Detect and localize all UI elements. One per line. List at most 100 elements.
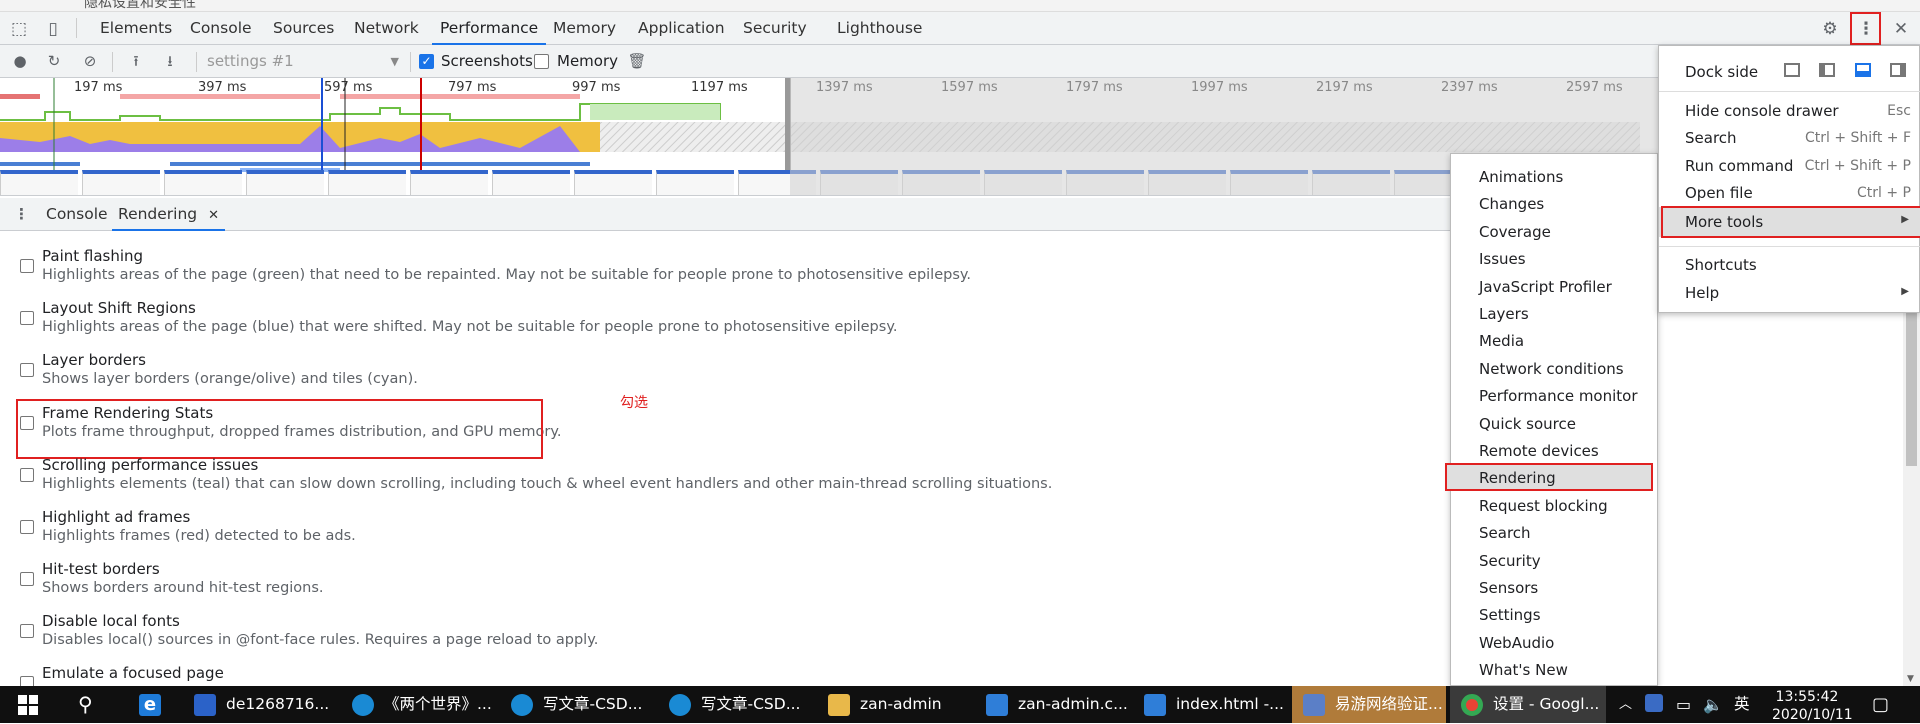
record-icon[interactable]: ● [10, 51, 30, 71]
option-checkbox[interactable] [20, 676, 34, 686]
tab-lighthouse[interactable]: Lighthouse [837, 12, 922, 45]
taskbar-item[interactable]: 写文章-CSD... [701, 686, 800, 723]
memory-label: Memory [557, 52, 619, 70]
taskbar-item[interactable]: zan-admin.c... [1018, 686, 1128, 723]
screenshots-label: Screenshots [441, 52, 533, 70]
memory-checkbox[interactable] [534, 54, 549, 69]
screenshot-thumbnail [574, 170, 652, 195]
option-checkbox[interactable] [20, 363, 34, 377]
clock[interactable]: 13:55:42 2020/10/11 [1772, 688, 1853, 724]
clear-icon[interactable]: ⊘ [80, 51, 100, 71]
settings-gear-icon[interactable]: ⚙ [1819, 18, 1841, 40]
more-tools-item[interactable]: Changes [1479, 195, 1544, 213]
device-toolbar-icon[interactable]: ▯ [42, 18, 64, 40]
upload-profile-icon[interactable]: ⭱ [126, 51, 146, 71]
more-tools-item[interactable]: Security [1479, 552, 1541, 570]
menu-item-hide-drawer[interactable]: Hide console drawer Esc [1659, 100, 1920, 124]
menu-item-label: Help [1685, 284, 1720, 302]
taskbar-item[interactable]: 《两个世界》... [384, 686, 492, 723]
menu-item-shortcuts[interactable]: Shortcuts [1659, 254, 1920, 278]
ime-indicator[interactable]: 英 [1734, 686, 1750, 723]
drawer-menu-icon[interactable]: ⋮ [14, 198, 29, 231]
more-tools-item[interactable]: Animations [1479, 168, 1563, 186]
tick-label: 1597 ms [941, 80, 998, 95]
dock-left-icon[interactable] [1819, 63, 1835, 77]
more-tools-item[interactable]: Layers [1479, 305, 1529, 323]
more-tools-item[interactable]: Media [1479, 332, 1524, 350]
option-checkbox[interactable] [20, 259, 34, 273]
taskbar-item[interactable]: 写文章-CSD... [543, 686, 642, 723]
close-devtools-icon[interactable]: ✕ [1890, 18, 1912, 40]
menu-item-search[interactable]: Search Ctrl + Shift + F [1659, 127, 1920, 151]
dock-bottom-icon[interactable] [1855, 63, 1871, 77]
taskbar-item[interactable]: 易游网络验证... [1335, 686, 1443, 723]
search-icon[interactable]: ⚲ [78, 686, 93, 723]
collect-garbage-icon[interactable]: 🗑 [627, 51, 647, 71]
tab-elements[interactable]: Elements [100, 12, 172, 45]
profile-select[interactable]: settings #1 ▼ [207, 45, 399, 78]
reload-record-icon[interactable]: ↻ [44, 51, 64, 71]
clock-time: 13:55:42 [1775, 689, 1839, 705]
more-tools-item[interactable]: Quick source [1479, 415, 1576, 433]
edge-icon [669, 694, 691, 716]
tick-label: 397 ms [198, 80, 247, 95]
menu-item-shortcut: Ctrl + Shift + F [1804, 130, 1911, 146]
menu-item-label: Shortcuts [1685, 256, 1757, 274]
option-checkbox[interactable] [20, 572, 34, 586]
ie-icon[interactable]: e [139, 694, 161, 716]
tab-console[interactable]: Console [190, 12, 252, 45]
more-tools-item[interactable]: WebAudio [1479, 634, 1554, 652]
tick-label: 1197 ms [691, 80, 748, 95]
taskbar-item[interactable]: 设置 - Googl... [1493, 686, 1599, 723]
taskbar-item[interactable]: de1268716... [226, 686, 329, 723]
tick-label: 797 ms [448, 80, 497, 95]
menu-item-open-file[interactable]: Open file Ctrl + P [1659, 182, 1920, 206]
more-tools-item[interactable]: Issues [1479, 250, 1526, 268]
volume-icon[interactable]: 🔈 [1703, 686, 1723, 723]
more-tools-item[interactable]: What's New [1479, 661, 1568, 679]
tick-label: 2197 ms [1316, 80, 1373, 95]
tray-chevron-icon[interactable]: ︿ [1619, 686, 1632, 723]
more-tools-item[interactable]: Rendering [1479, 469, 1556, 487]
more-tools-item[interactable]: Settings [1479, 606, 1541, 624]
notification-icon[interactable]: ▢ [1872, 686, 1889, 723]
drawer-tab-console[interactable]: Console [46, 198, 108, 231]
more-tools-item[interactable]: JavaScript Profiler [1479, 278, 1612, 296]
more-tools-item[interactable]: Performance monitor [1479, 387, 1638, 405]
taskbar-item[interactable]: zan-admin [860, 686, 942, 723]
dock-right-icon[interactable] [1890, 63, 1906, 77]
option-description: Highlights frames (red) detected to be a… [42, 528, 356, 544]
more-tools-item[interactable]: Network conditions [1479, 360, 1624, 378]
more-tools-item[interactable]: Coverage [1479, 223, 1551, 241]
download-profile-icon[interactable]: ⭳ [160, 51, 180, 71]
inspect-element-icon[interactable]: ⬚ [8, 18, 30, 40]
tray-app-icon[interactable] [1645, 694, 1663, 712]
option-checkbox[interactable] [20, 624, 34, 638]
option-description: Highlights areas of the page (blue) that… [42, 319, 898, 335]
tab-application[interactable]: Application [638, 12, 725, 45]
drawer-tab-rendering[interactable]: Rendering ✕ [112, 198, 225, 231]
option-checkbox[interactable] [20, 311, 34, 325]
taskbar-item[interactable]: index.html -... [1176, 686, 1284, 723]
tab-sources[interactable]: Sources [273, 12, 334, 45]
more-tools-item[interactable]: Remote devices [1479, 442, 1599, 460]
option-checkbox[interactable] [20, 468, 34, 482]
tab-memory[interactable]: Memory [553, 12, 616, 45]
more-tools-item[interactable]: Sensors [1479, 579, 1538, 597]
undock-icon[interactable] [1784, 63, 1800, 77]
option-checkbox[interactable] [20, 520, 34, 534]
menu-item-help[interactable]: Help ▶ [1659, 282, 1920, 306]
network-icon[interactable]: ▭ [1676, 686, 1691, 723]
close-tab-icon[interactable]: ✕ [208, 208, 219, 223]
more-tools-item[interactable]: Search [1479, 524, 1531, 542]
more-tools-item[interactable]: Request blocking [1479, 497, 1608, 515]
tab-network[interactable]: Network [354, 12, 419, 45]
tab-security[interactable]: Security [743, 12, 807, 45]
menu-item-run-command[interactable]: Run command Ctrl + Shift + P [1659, 155, 1920, 179]
screenshots-checkbox[interactable]: ✓ [419, 54, 434, 69]
scroll-down-icon[interactable]: ▼ [1907, 674, 1914, 684]
folder-icon [828, 694, 850, 716]
screenshot-thumbnail [328, 170, 406, 195]
windows-start-icon[interactable] [18, 695, 38, 715]
tab-performance[interactable]: Performance [432, 12, 547, 45]
